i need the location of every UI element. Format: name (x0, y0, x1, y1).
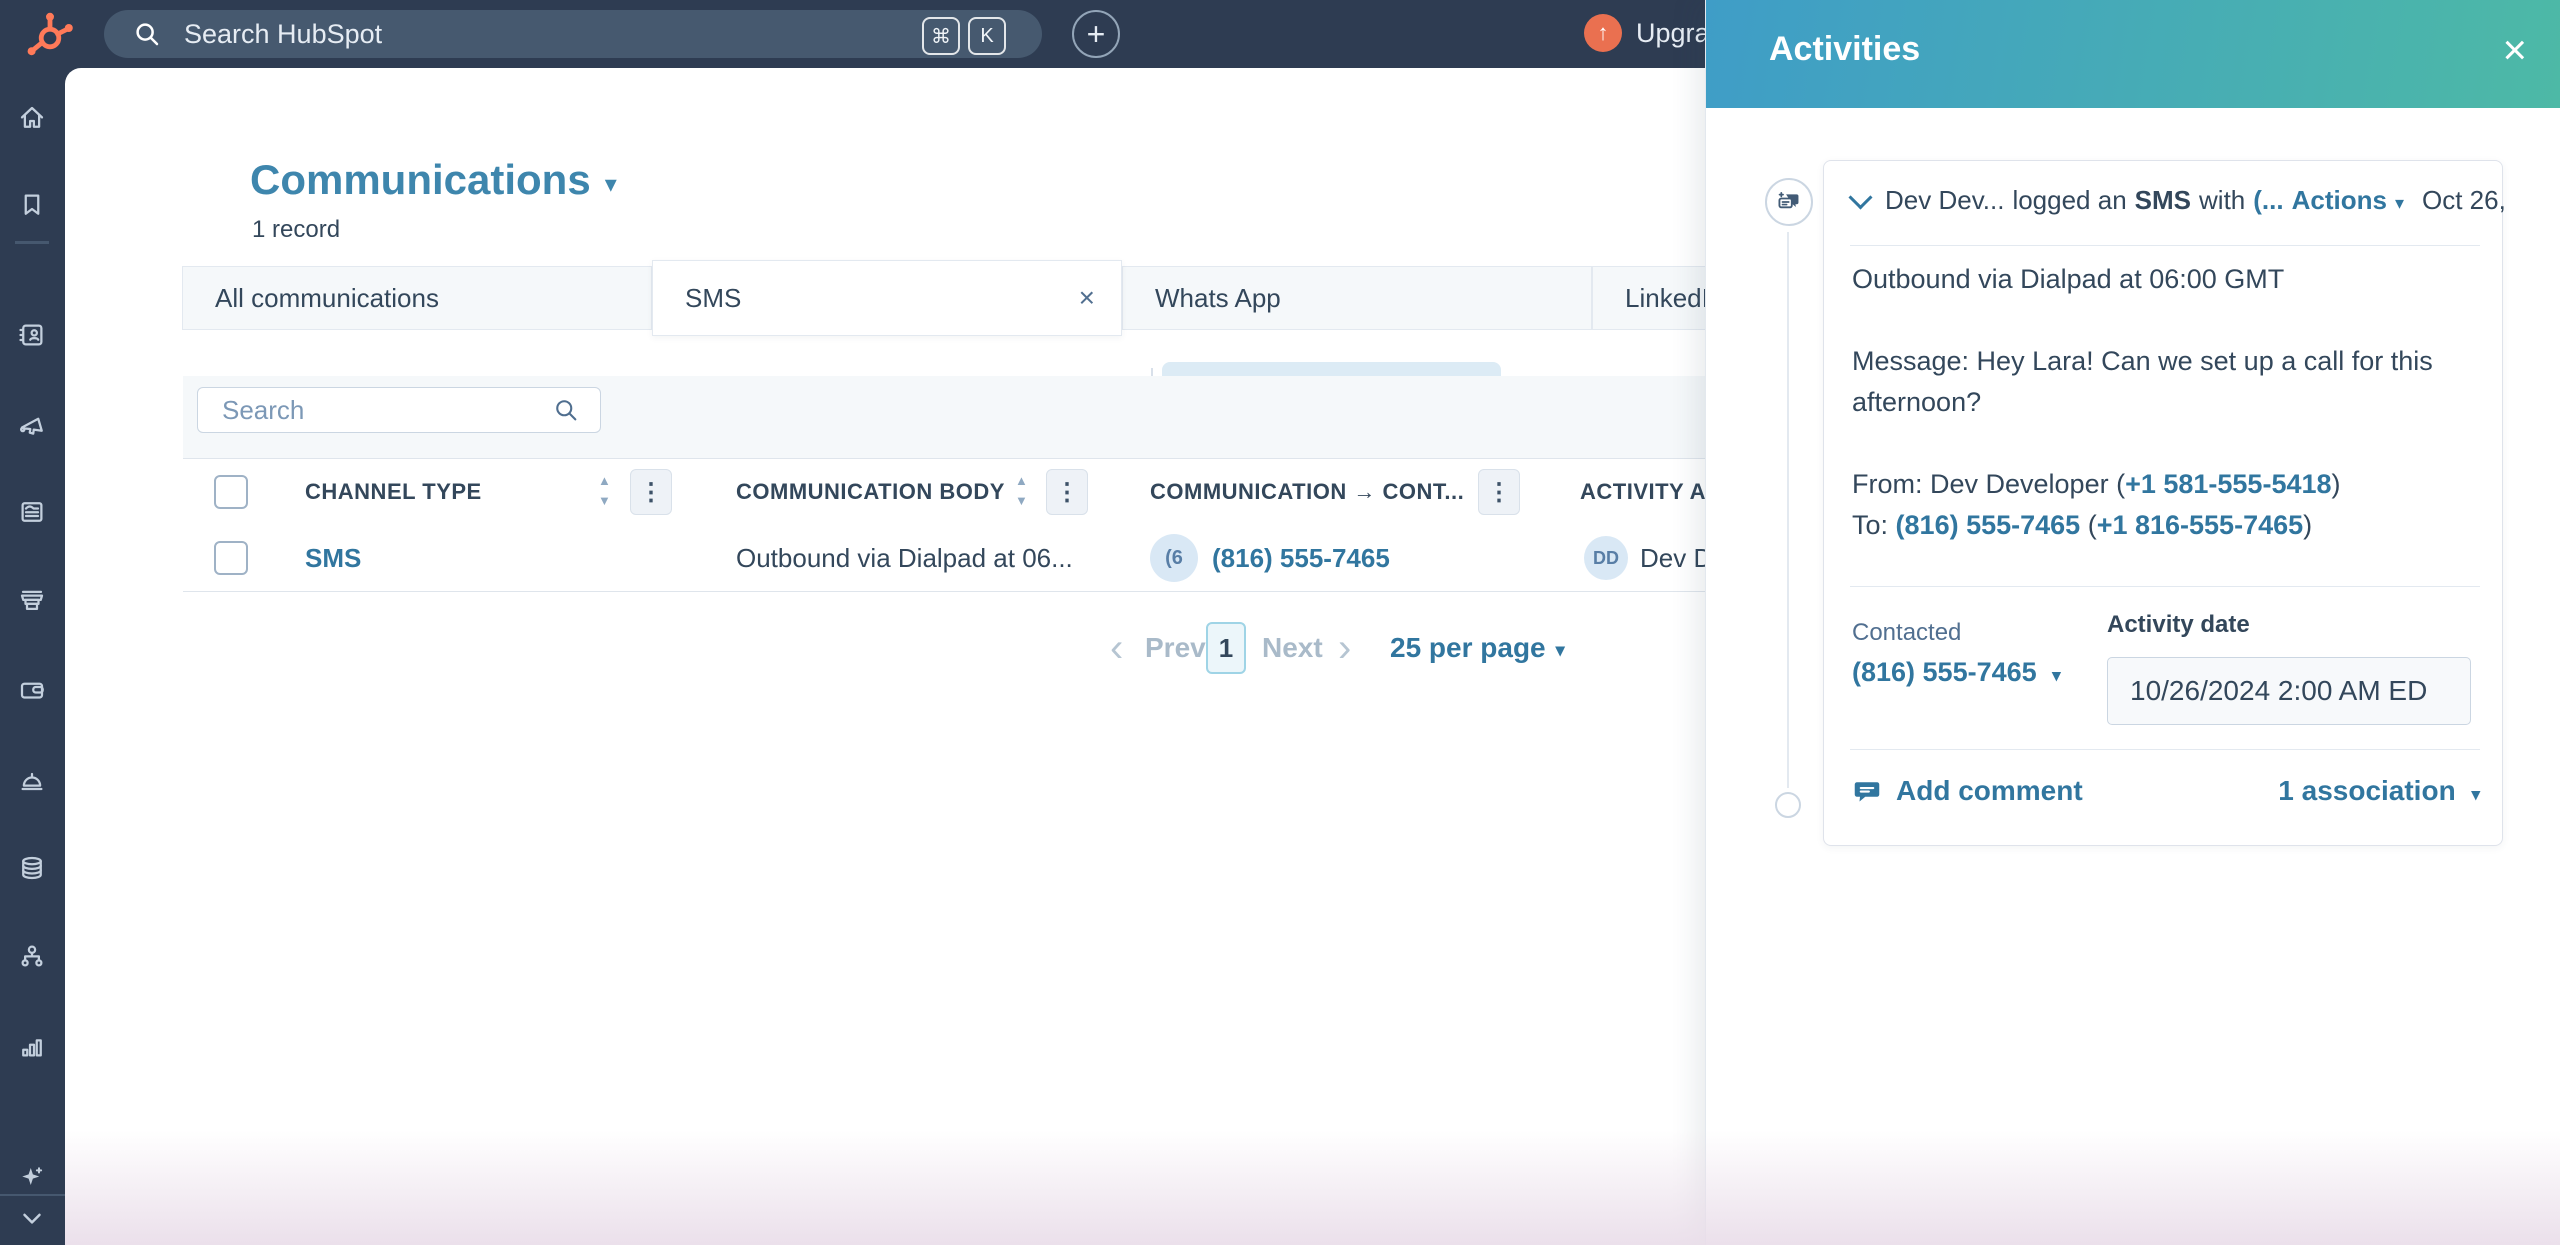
comment-icon (1852, 776, 1882, 806)
table-search-input[interactable]: Search (197, 387, 601, 433)
chevron-down-icon[interactable] (17, 1203, 47, 1233)
per-page-dropdown[interactable]: 25 per page ▾ (1390, 618, 1565, 678)
column-menu-icon[interactable]: ⋮ (1478, 469, 1520, 515)
sidebar-divider (0, 1194, 65, 1196)
upgrade-arrow-icon: ↑ (1584, 14, 1622, 52)
from-phone-link[interactable]: +1 581-555-5418 (2125, 469, 2331, 499)
contact-link[interactable]: (816) 555-7465 (1212, 525, 1390, 591)
to-phone-link[interactable]: (816) 555-7465 (1896, 510, 2081, 540)
divider (1850, 586, 2480, 587)
activity-action: logged an (2012, 185, 2126, 216)
timeline-end-node (1775, 792, 1801, 818)
k-key: K (968, 17, 1006, 55)
activity-line1: Outbound via Dialpad at 06:00 GMT (1852, 259, 2458, 300)
activity-card-footer: Add comment 1 association ▾ (1852, 763, 2480, 819)
hubspot-app: Search HubSpot ⌘ K + ↑ Upgrade (0, 0, 2560, 1245)
activity-body: Outbound via Dialpad at 06:00 GMT Messag… (1852, 259, 2458, 546)
activity-date-input[interactable]: 10/26/2024 2:00 AM ED (2107, 657, 2471, 725)
contacted-dropdown[interactable]: (816) 555-7465 ▾ (1852, 657, 2061, 688)
caret-down-icon[interactable]: ▾ (2395, 193, 2404, 214)
contact-avatar: (6 (1150, 534, 1198, 582)
content-icon[interactable] (17, 497, 47, 527)
divider (1850, 245, 2480, 246)
contacted-label: Contacted (1852, 619, 1961, 647)
home-icon[interactable] (17, 103, 47, 133)
record-count: 1 record (252, 216, 340, 244)
column-menu-icon[interactable]: ⋮ (1046, 469, 1088, 515)
next-page-button[interactable]: Next (1262, 618, 1323, 678)
add-comment-button[interactable]: Add comment (1852, 775, 2083, 807)
search-icon (552, 396, 580, 424)
collapse-activity-icon[interactable] (1848, 185, 1872, 209)
timeline-line (1787, 232, 1789, 788)
select-all-checkbox[interactable] (214, 475, 248, 509)
panel-title: Activities (1769, 30, 1920, 69)
column-channel-type[interactable]: CHANNEL TYPE (305, 459, 482, 525)
tab-sms[interactable]: SMS × (652, 260, 1122, 336)
communication-body-cell: Outbound via Dialpad at 06... (736, 525, 1073, 591)
panel-header: Activities × (1706, 0, 2560, 108)
tab-all-communications[interactable]: All communications (182, 266, 652, 330)
activity-type: SMS (2135, 185, 2191, 216)
caret-down-icon: ▾ (1556, 636, 1565, 661)
marketing-icon[interactable] (17, 410, 47, 440)
activity-who: Dev Dev... (1885, 185, 2004, 216)
activity-from: From: Dev Developer (+1 581-555-5418) (1852, 464, 2458, 505)
global-search-placeholder: Search HubSpot (184, 19, 382, 50)
hubspot-logo-icon[interactable] (22, 8, 74, 60)
actions-dropdown[interactable]: Actions (2292, 185, 2387, 216)
activity-with: with (2199, 185, 2245, 216)
tab-whats-app[interactable]: Whats App (1122, 266, 1592, 330)
to-alt-phone-link[interactable]: +1 816-555-7465 (2097, 510, 2303, 540)
row-checkbox[interactable] (214, 541, 248, 575)
sms-activity-icon (1765, 178, 1813, 226)
activity-card: Dev Dev... logged an SMS with (... Actio… (1823, 160, 2503, 846)
column-menu-icon[interactable]: ⋮ (630, 469, 672, 515)
page-number-button[interactable]: 1 (1206, 622, 1246, 674)
caret-down-icon: ▾ (605, 162, 617, 199)
activity-date-label: Activity date (2107, 611, 2250, 639)
activity-card-header: Dev Dev... logged an SMS with (... Actio… (1850, 185, 2482, 216)
sort-icon[interactable]: ▲▼ (1015, 471, 1028, 511)
data-management-icon[interactable] (17, 853, 47, 883)
crm-contacts-icon[interactable] (17, 320, 47, 350)
sort-icon[interactable]: ▲▼ (598, 471, 611, 511)
payments-icon[interactable] (17, 675, 47, 705)
sidebar-divider (15, 241, 49, 244)
column-communication-body[interactable]: COMMUNICATION BODY (736, 459, 1005, 525)
page-title-dropdown[interactable]: Communications ▾ (250, 156, 617, 204)
create-button[interactable]: + (1072, 10, 1120, 58)
reporting-icon[interactable] (17, 1031, 47, 1061)
service-icon[interactable] (17, 765, 47, 795)
commerce-icon[interactable] (17, 585, 47, 615)
activity-date: Oct 26, (2422, 185, 2506, 216)
caret-down-icon: ▾ (2052, 666, 2061, 685)
search-shortcut: ⌘ K (922, 17, 1006, 55)
activity-to: To: (816) 555-7465 (+1 816-555-7465) (1852, 505, 2458, 546)
column-communication-contact[interactable]: COMMUNICATION → CONT... (1150, 459, 1464, 525)
close-panel-icon[interactable]: × (2502, 26, 2527, 74)
owner-avatar: DD (1584, 536, 1628, 580)
prev-page-icon[interactable]: ‹ (1110, 618, 1123, 678)
prev-page-button[interactable]: Prev (1145, 618, 1206, 678)
channel-type-link[interactable]: SMS (305, 525, 361, 591)
associations-dropdown[interactable]: 1 association ▾ (2278, 775, 2480, 807)
global-search[interactable]: Search HubSpot ⌘ K (104, 10, 1042, 58)
activity-target-link[interactable]: (... (2253, 185, 2283, 216)
automations-icon[interactable] (17, 941, 47, 971)
search-icon (132, 19, 162, 49)
activities-panel: Activities × Dev Dev... logged an SMS wi… (1705, 0, 2560, 1245)
activity-message: Message: Hey Lara! Can we set up a call … (1852, 341, 2458, 423)
bookmarks-icon[interactable] (17, 190, 47, 220)
page-title: Communications (250, 156, 591, 204)
caret-down-icon: ▾ (2471, 785, 2480, 804)
next-page-icon[interactable]: › (1338, 618, 1351, 678)
ai-assistant-icon[interactable] (17, 1163, 47, 1193)
cmd-key: ⌘ (922, 17, 960, 55)
close-tab-icon[interactable]: × (1079, 282, 1095, 314)
divider (1850, 749, 2480, 750)
